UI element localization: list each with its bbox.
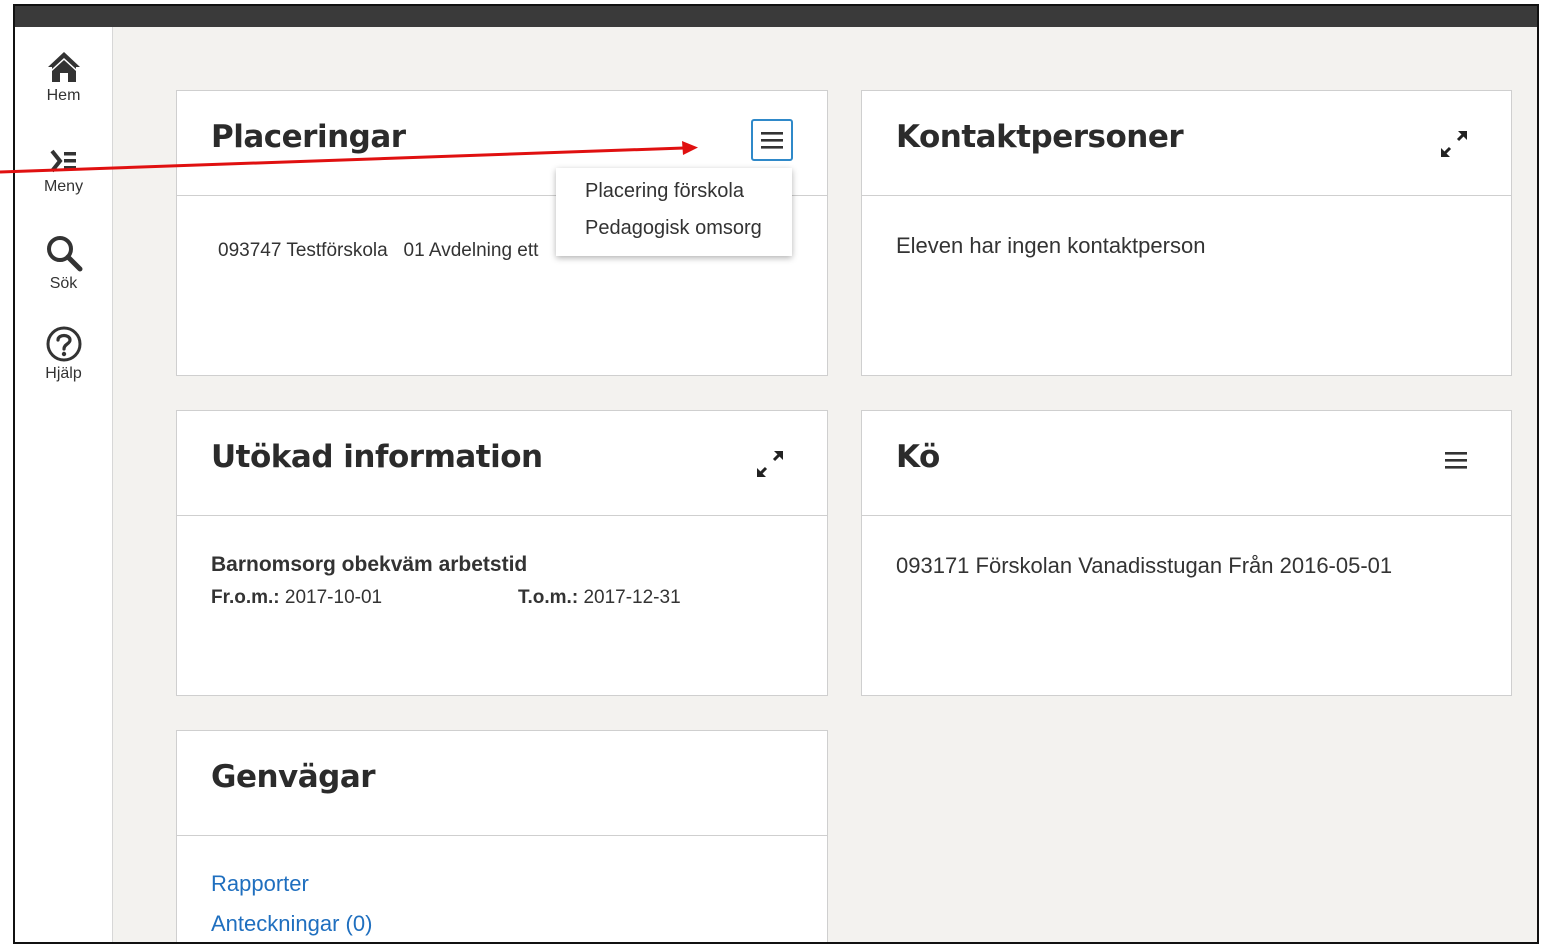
card-body: Rapporter Anteckningar (0): [211, 835, 807, 942]
placeringar-dropdown-menu: Placering förskola Pedagogisk omsorg: [556, 168, 792, 256]
utokad-information-card: Utökad information Barnomsorg obekväm ar…: [176, 410, 828, 696]
search-icon: [46, 236, 82, 272]
link-rapporter[interactable]: Rapporter: [211, 871, 309, 897]
help-icon: [46, 326, 81, 362]
hamburger-icon: [1445, 452, 1467, 469]
placement-text: 093747 Testförskola 01 Avdelning ett: [218, 240, 539, 261]
sidebar-item-label: Hem: [46, 87, 81, 104]
to-label: T.o.m.:: [518, 587, 579, 608]
hamburger-menu-button[interactable]: [751, 119, 793, 161]
placeringar-card: Placeringar 093747 Testförskola 01 Avdel…: [176, 90, 828, 376]
queue-entry[interactable]: 093171 Förskolan Vanadisstugan Från 2016…: [896, 553, 1392, 579]
hamburger-icon: [761, 132, 783, 149]
card-body: Eleven har ingen kontaktperson: [896, 195, 1491, 375]
info-heading: Barnomsorg obekväm arbetstid: [211, 553, 528, 576]
sidebar-item-label: Meny: [43, 178, 84, 195]
card-header: Genvägar: [177, 731, 827, 836]
card-body: 093171 Förskolan Vanadisstugan Från 2016…: [896, 515, 1491, 695]
sidebar-item-label: Sök: [49, 275, 78, 292]
card-header: Kontaktpersoner: [862, 91, 1511, 196]
sidebar: Hem Meny Sök Hjälp: [15, 27, 113, 942]
ko-card: Kö 093171 Förskolan Vanadisstugan Från 2…: [861, 410, 1512, 696]
to-value: 2017-12-31: [583, 587, 681, 608]
menu-item-placering-forskola[interactable]: Placering förskola: [585, 180, 744, 203]
kontaktpersoner-card: Kontaktpersoner Eleven har ingen kontakt…: [861, 90, 1512, 376]
hamburger-menu-button[interactable]: [1435, 439, 1477, 481]
card-body: Barnomsorg obekväm arbetstid Fr.o.m.: 20…: [211, 515, 807, 695]
card-title: Kontaktpersoner: [896, 119, 1184, 155]
link-anteckningar[interactable]: Anteckningar (0): [211, 911, 372, 937]
sidebar-item-hjalp[interactable]: Hjälp: [15, 325, 112, 383]
card-title: Kö: [896, 439, 940, 475]
sidebar-item-meny[interactable]: Meny: [15, 146, 112, 196]
top-bar: [15, 6, 1537, 27]
menu-item-pedagogisk-omsorg[interactable]: Pedagogisk omsorg: [585, 217, 762, 240]
card-title: Genvägar: [211, 759, 376, 795]
from-label: Fr.o.m.:: [211, 587, 280, 608]
expand-icon[interactable]: [1437, 127, 1471, 161]
expand-icon[interactable]: [753, 447, 787, 481]
from-value: 2017-10-01: [284, 587, 383, 608]
empty-message: Eleven har ingen kontaktperson: [896, 233, 1206, 258]
card-header: Utökad information: [177, 411, 827, 516]
genvagar-card: Genvägar Rapporter Anteckningar (0): [176, 730, 828, 942]
card-header: Kö: [862, 411, 1511, 516]
to-date: T.o.m.: 2017-12-31: [518, 587, 681, 609]
sidebar-item-hem[interactable]: Hem: [15, 49, 112, 105]
home-icon: [47, 52, 80, 82]
app-frame: Hem Meny Sök Hjälp Placeringar 093747 Te…: [13, 4, 1539, 944]
card-title: Utökad information: [211, 439, 543, 475]
sidebar-item-label: Hjälp: [45, 365, 82, 382]
card-title: Placeringar: [211, 119, 406, 155]
sidebar-item-sok[interactable]: Sök: [15, 233, 112, 293]
from-date: Fr.o.m.: 2017-10-01: [211, 587, 382, 609]
main-content: Placeringar 093747 Testförskola 01 Avdel…: [113, 27, 1537, 942]
sigma-menu-icon: [49, 149, 76, 173]
